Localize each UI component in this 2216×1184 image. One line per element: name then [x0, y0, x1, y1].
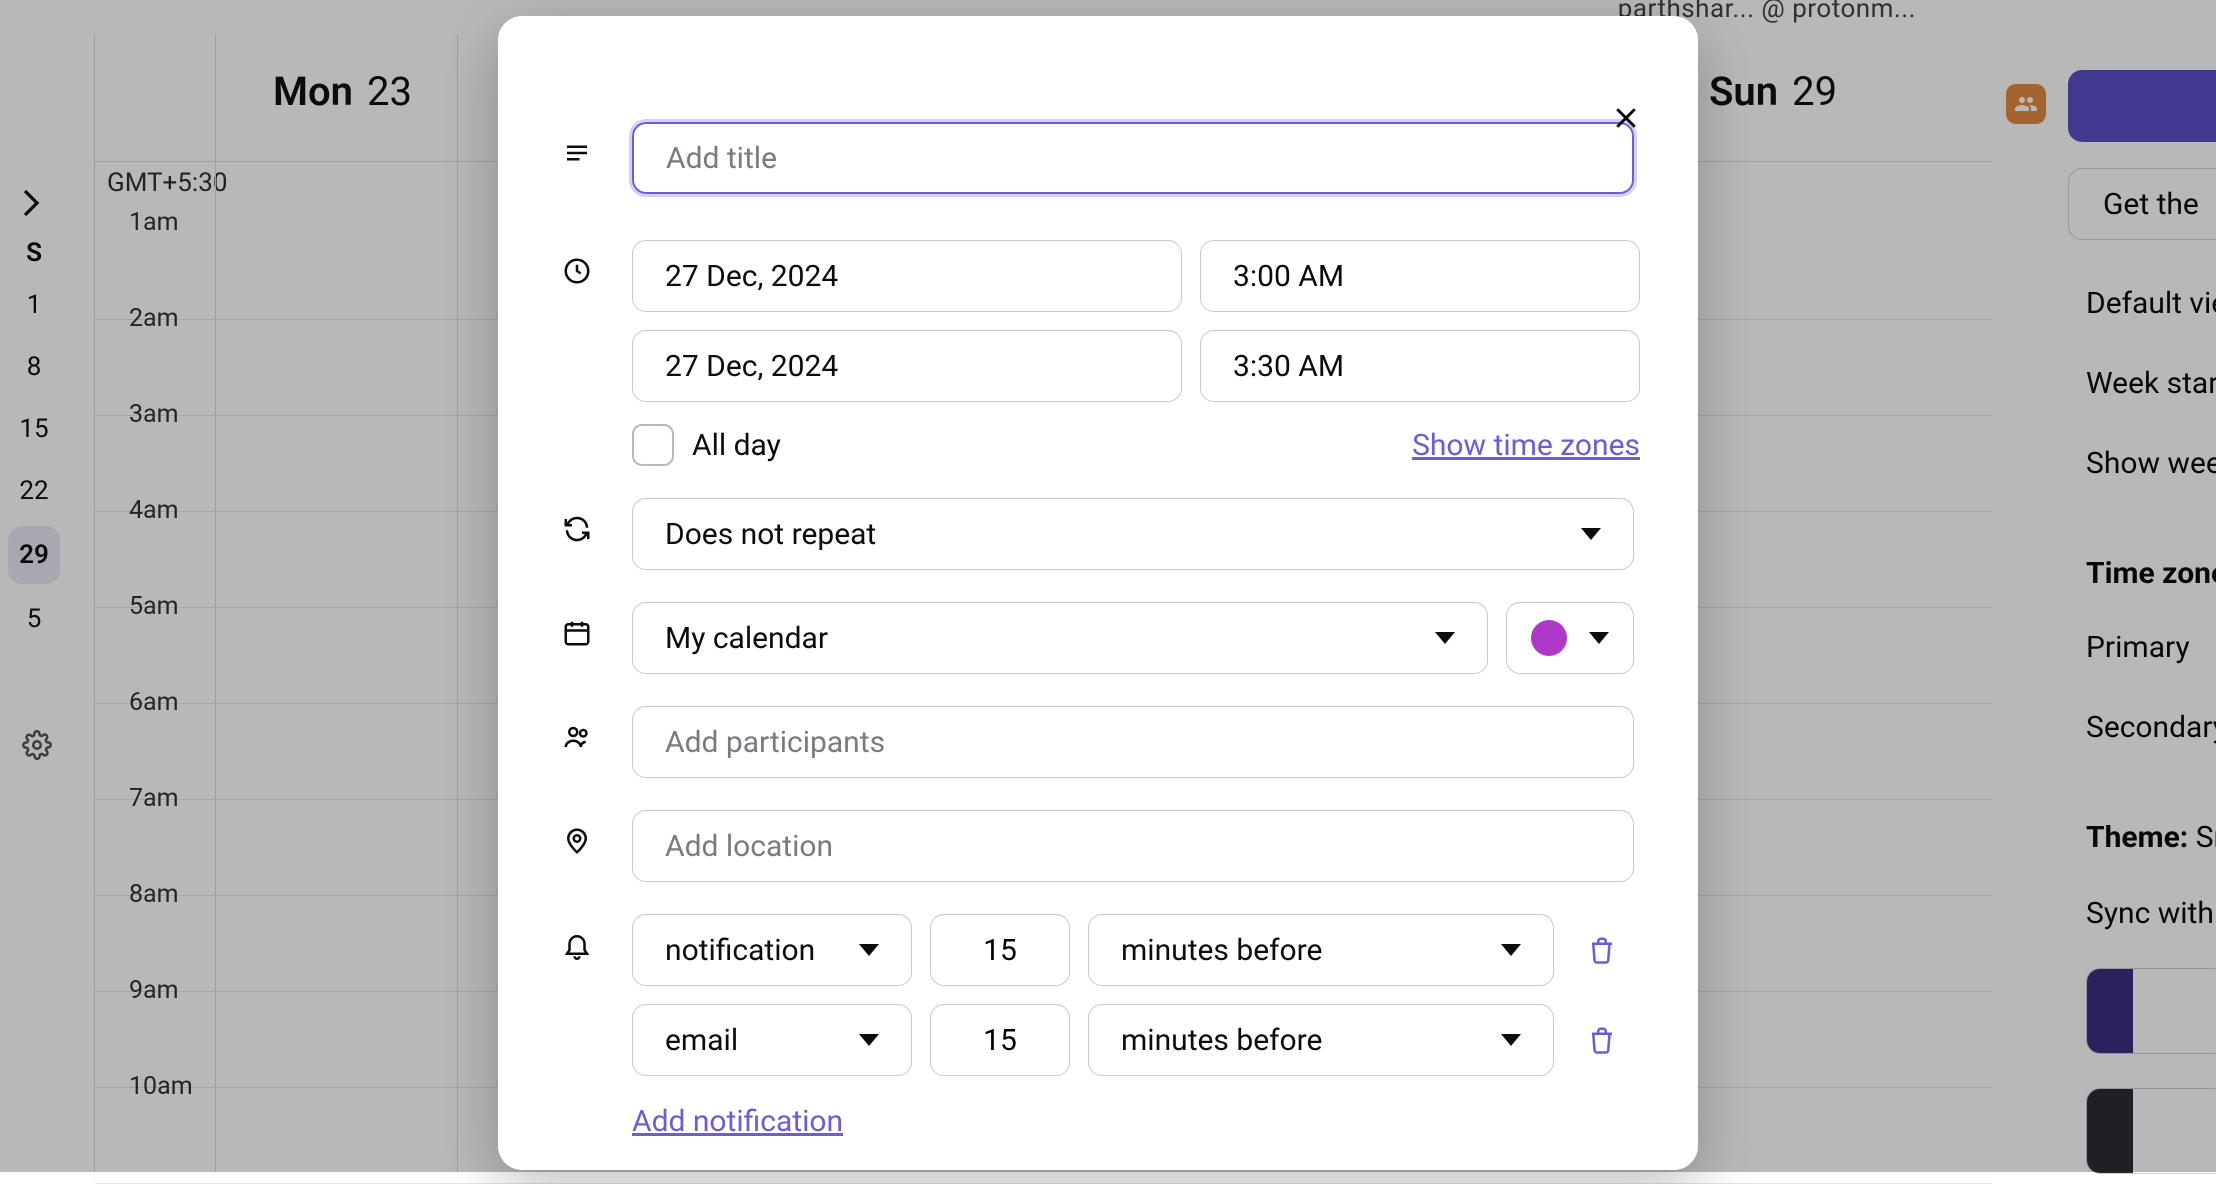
clock-icon — [562, 256, 592, 286]
participants-input[interactable] — [632, 706, 1634, 778]
chevron-down-icon — [1581, 528, 1601, 540]
event-color-select[interactable] — [1506, 602, 1634, 674]
end-time-value: 3:30 AM — [1233, 349, 1344, 384]
all-day-toggle[interactable]: All day — [632, 424, 781, 466]
repeat-value: Does not repeat — [665, 517, 876, 552]
chevron-down-icon — [859, 1034, 879, 1046]
chevron-down-icon — [1589, 632, 1609, 644]
notification-amount-input[interactable]: 15 — [930, 1004, 1070, 1076]
end-date-value: 27 Dec, 2024 — [665, 349, 838, 384]
start-date-value: 27 Dec, 2024 — [665, 259, 838, 294]
event-title-input[interactable] — [632, 122, 1634, 194]
notification-unit-value: minutes before — [1121, 1023, 1322, 1058]
start-time-value: 3:00 AM — [1233, 259, 1344, 294]
show-timezones-link[interactable]: Show time zones — [1412, 428, 1640, 463]
calendar-select[interactable]: My calendar — [632, 602, 1488, 674]
chevron-down-icon — [859, 944, 879, 956]
notification-row: notification 15 minutes before — [632, 914, 1634, 986]
location-input[interactable] — [632, 810, 1634, 882]
calendar-icon — [562, 618, 592, 648]
notification-type-select[interactable]: notification — [632, 914, 912, 986]
participants-input-el[interactable] — [665, 725, 1601, 760]
location-input-el[interactable] — [665, 829, 1601, 864]
start-time-field[interactable]: 3:00 AM — [1200, 240, 1640, 312]
chevron-down-icon — [1435, 632, 1455, 644]
notification-unit-select[interactable]: minutes before — [1088, 914, 1554, 986]
close-button[interactable] — [1602, 94, 1650, 142]
notification-row: email 15 minutes before — [632, 1004, 1634, 1076]
notification-type-value: notification — [665, 933, 815, 968]
start-date-field[interactable]: 27 Dec, 2024 — [632, 240, 1182, 312]
color-dot — [1531, 620, 1567, 656]
delete-notification-button[interactable] — [1572, 1024, 1632, 1056]
notification-unit-select[interactable]: minutes before — [1088, 1004, 1554, 1076]
chevron-down-icon — [1501, 1034, 1521, 1046]
bell-icon — [562, 930, 592, 960]
calendar-value: My calendar — [665, 621, 828, 656]
delete-notification-button[interactable] — [1572, 934, 1632, 966]
notification-unit-value: minutes before — [1121, 933, 1322, 968]
all-day-label: All day — [692, 428, 781, 463]
end-time-field[interactable]: 3:30 AM — [1200, 330, 1640, 402]
location-icon — [562, 826, 592, 856]
notification-type-select[interactable]: email — [632, 1004, 912, 1076]
title-icon — [562, 138, 592, 168]
end-date-field[interactable]: 27 Dec, 2024 — [632, 330, 1182, 402]
create-event-modal: 27 Dec, 2024 3:00 AM 27 Dec, 2024 3:30 A… — [498, 16, 1698, 1170]
notification-amount-input[interactable]: 15 — [930, 914, 1070, 986]
repeat-select[interactable]: Does not repeat — [632, 498, 1634, 570]
notification-type-value: email — [665, 1023, 738, 1058]
all-day-checkbox[interactable] — [632, 424, 674, 466]
people-icon — [562, 722, 592, 752]
repeat-icon — [562, 514, 592, 544]
add-notification-link[interactable]: Add notification — [632, 1104, 843, 1139]
chevron-down-icon — [1501, 944, 1521, 956]
